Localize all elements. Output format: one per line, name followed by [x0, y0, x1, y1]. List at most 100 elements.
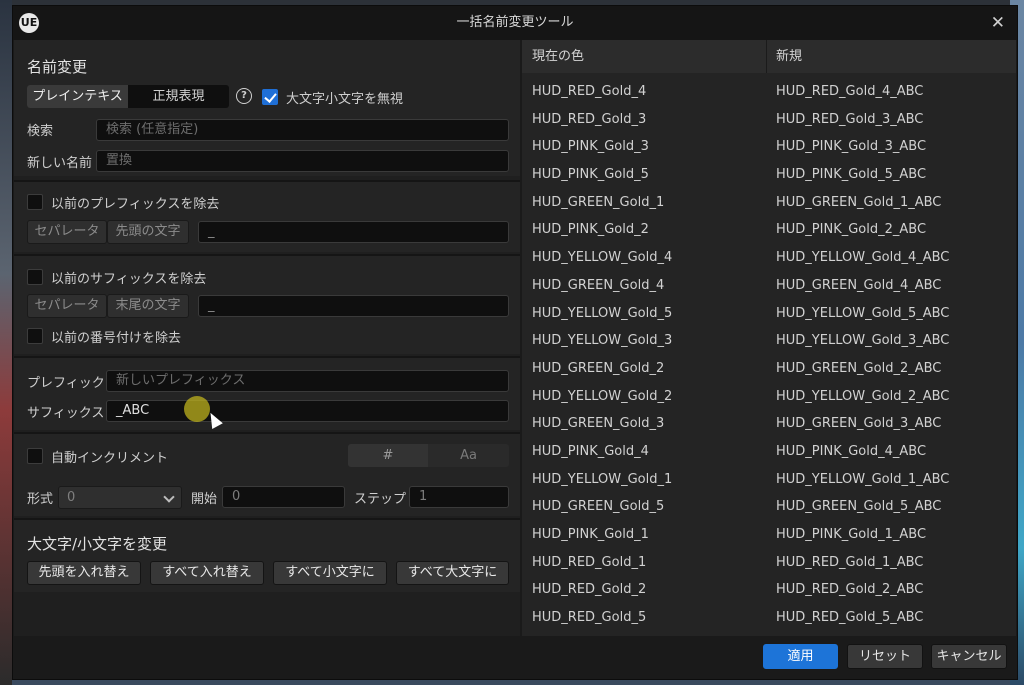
current-name-cell: HUD_RED_Gold_5	[532, 610, 647, 626]
new-name-cell: HUD_PINK_Gold_5_ABC	[776, 167, 927, 183]
new-name-cell: HUD_RED_Gold_4_ABC	[776, 84, 924, 99]
search-label: 検索	[27, 124, 54, 139]
table-row[interactable]: HUD_RED_Gold_4 HUD_RED_Gold_4_ABC	[522, 78, 1016, 106]
table-row[interactable]: HUD_GREEN_Gold_1 HUD_GREEN_Gold_1_ABC	[522, 189, 1016, 217]
new-name-cell: HUD_RED_Gold_1_ABC	[776, 554, 924, 570]
column-header-current[interactable]: 現在の色	[532, 40, 584, 73]
table-row[interactable]: HUD_RED_Gold_5 HUD_RED_Gold_5_ABC	[522, 604, 1016, 632]
current-name-cell: HUD_GREEN_Gold_5	[532, 499, 665, 515]
affix-section: プレフィック. 新しいプレフィックス サフィックス _ABC	[14, 358, 520, 430]
table-body: HUD_RED_Gold_4 HUD_RED_Gold_4_ABC HUD_RED_…	[522, 78, 1016, 632]
new-name-cell: HUD_RED_Gold_5_ABC	[776, 610, 924, 626]
remove-prefix-section: 以前のプレフィックスを除去 セパレータ 先頭の文字 _	[14, 182, 520, 252]
table-row[interactable]: HUD_GREEN_Gold_4 HUD_GREEN_Gold_4_ABC	[522, 272, 1016, 300]
column-divider[interactable]	[766, 40, 767, 73]
table-header: 現在の色 新規	[522, 40, 1016, 73]
prefix-label: プレフィック.	[27, 376, 109, 391]
options-panel: 名前変更 プレインテキスト 正規表現 ? 大文字小文字を無視 検索 検索 (任意…	[14, 40, 520, 636]
table-row[interactable]: HUD_YELLOW_Gold_3 HUD_YELLOW_Gold_3_ABC	[522, 327, 1016, 355]
remove-prefix-checkbox[interactable]	[27, 194, 43, 210]
prefix-separator-tab[interactable]: セパレータ	[27, 220, 107, 244]
table-row[interactable]: HUD_PINK_Gold_1 HUD_PINK_Gold_1_ABC	[522, 521, 1016, 549]
table-row[interactable]: HUD_YELLOW_Gold_5 HUD_YELLOW_Gold_5_ABC	[522, 300, 1016, 328]
prefix-separator-input[interactable]: _	[198, 221, 509, 243]
new-name-cell: HUD_YELLOW_Gold_3_ABC	[776, 333, 950, 349]
step-input[interactable]: 1	[409, 486, 509, 508]
step-label: ステップ	[354, 492, 407, 507]
reset-button[interactable]: リセット	[847, 644, 923, 669]
ignore-case-checkbox[interactable]	[262, 89, 278, 105]
dialog-footer: 適用 リセット キャンセル	[13, 636, 1017, 679]
rename-section: 名前変更 プレインテキスト 正規表現 ? 大文字小文字を無視 検索 検索 (任意…	[14, 40, 520, 176]
new-name-cell: HUD_PINK_Gold_1_ABC	[776, 527, 927, 542]
table-row[interactable]: HUD_PINK_Gold_4 HUD_PINK_Gold_4_ABC	[522, 438, 1016, 466]
new-name-cell: HUD_PINK_Gold_2_ABC	[776, 222, 927, 238]
table-row[interactable]: HUD_GREEN_Gold_5 HUD_GREEN_Gold_5_ABC	[522, 493, 1016, 521]
new-name-cell: HUD_GREEN_Gold_2_ABC	[776, 360, 942, 376]
current-name-cell: HUD_PINK_Gold_2	[532, 222, 649, 238]
new-name-cell: HUD_RED_Gold_2_ABC	[776, 582, 924, 598]
cancel-button[interactable]: キャンセル	[931, 644, 1007, 669]
table-row[interactable]: HUD_PINK_Gold_2 HUD_PINK_Gold_2_ABC	[522, 216, 1016, 244]
current-name-cell: HUD_RED_Gold_3	[532, 111, 647, 127]
remove-prefix-label: 以前のプレフィックスを除去	[51, 197, 220, 212]
new-name-cell: HUD_YELLOW_Gold_5_ABC	[776, 305, 950, 321]
current-name-cell: HUD_YELLOW_Gold_2	[532, 388, 673, 404]
suffix-input[interactable]: _ABC	[106, 400, 509, 422]
new-name-cell: HUD_YELLOW_Gold_2_ABC	[776, 388, 950, 404]
table-row[interactable]: HUD_PINK_Gold_3 HUD_PINK_Gold_3_ABC	[522, 133, 1016, 161]
table-row[interactable]: HUD_GREEN_Gold_2 HUD_GREEN_Gold_2_ABC	[522, 355, 1016, 383]
new-name-cell: HUD_GREEN_Gold_5_ABC	[776, 499, 942, 515]
format-dropdown[interactable]: 0	[58, 486, 182, 509]
prefix-first-char-tab[interactable]: 先頭の文字	[107, 220, 189, 244]
all-uppercase-button[interactable]: すべて大文字に	[396, 561, 509, 585]
apply-button[interactable]: 適用	[763, 644, 838, 669]
suffix-separator-tab[interactable]: セパレータ	[27, 294, 107, 318]
mode-regex[interactable]: 正規表現	[128, 85, 229, 108]
table-row[interactable]: HUD_PINK_Gold_5 HUD_PINK_Gold_5_ABC	[522, 161, 1016, 189]
suffix-last-char-tab[interactable]: 末尾の文字	[107, 294, 189, 318]
current-name-cell: HUD_GREEN_Gold_4	[532, 277, 665, 293]
prefix-input[interactable]: 新しいプレフィックス	[106, 370, 509, 392]
table-row[interactable]: HUD_YELLOW_Gold_1 HUD_YELLOW_Gold_1_ABC	[522, 466, 1016, 494]
change-case-heading: 大文字/小文字を変更	[27, 535, 168, 553]
mode-plain-text[interactable]: プレインテキスト	[27, 85, 128, 108]
increment-mode-aa[interactable]: Aa	[428, 444, 509, 467]
current-name-cell: HUD_RED_Gold_1	[532, 554, 647, 570]
suffix-separator-input[interactable]: _	[198, 295, 509, 317]
table-row[interactable]: HUD_YELLOW_Gold_2 HUD_YELLOW_Gold_2_ABC	[522, 383, 1016, 411]
new-name-input[interactable]: 置換	[96, 150, 509, 172]
remove-suffix-section: 以前のサフィックスを除去 セパレータ 末尾の文字 _ 以前の番号付けを除去	[14, 256, 520, 354]
new-name-cell: HUD_GREEN_Gold_4_ABC	[776, 277, 942, 293]
auto-increment-checkbox[interactable]	[27, 448, 43, 464]
new-name-cell: HUD_YELLOW_Gold_4_ABC	[776, 250, 950, 266]
remove-suffix-checkbox[interactable]	[27, 269, 43, 285]
current-name-cell: HUD_PINK_Gold_1	[532, 527, 649, 542]
column-header-new[interactable]: 新規	[776, 40, 802, 73]
table-row[interactable]: HUD_YELLOW_Gold_4 HUD_YELLOW_Gold_4_ABC	[522, 244, 1016, 272]
title-bar: UE 一括名前変更ツール ✕	[13, 6, 1017, 40]
match-mode-toggle: プレインテキスト 正規表現	[27, 85, 229, 108]
swap-first-button[interactable]: 先頭を入れ替え	[27, 561, 141, 585]
desktop-background-left	[0, 0, 12, 685]
close-icon[interactable]: ✕	[991, 10, 1005, 36]
current-name-cell: HUD_YELLOW_Gold_1	[532, 471, 673, 487]
auto-increment-section: 自動インクリメント # Aa 形式 0 開始 0 ステップ 1	[14, 434, 520, 516]
increment-mode-hash[interactable]: #	[348, 444, 428, 467]
start-input[interactable]: 0	[222, 486, 345, 508]
current-name-cell: HUD_RED_Gold_4	[532, 84, 647, 99]
table-row[interactable]: HUD_RED_Gold_2 HUD_RED_Gold_2_ABC	[522, 576, 1016, 604]
current-name-cell: HUD_YELLOW_Gold_5	[532, 305, 673, 321]
search-input[interactable]: 検索 (任意指定)	[96, 119, 509, 141]
current-name-cell: HUD_GREEN_Gold_3	[532, 416, 665, 432]
swap-all-button[interactable]: すべて入れ替え	[150, 561, 264, 585]
format-value: 0	[67, 490, 76, 505]
all-lowercase-button[interactable]: すべて小文字に	[273, 561, 387, 585]
current-name-cell: HUD_RED_Gold_2	[532, 582, 647, 598]
table-row[interactable]: HUD_RED_Gold_3 HUD_RED_Gold_3_ABC	[522, 106, 1016, 134]
remove-numbering-checkbox[interactable]	[27, 328, 43, 344]
table-row[interactable]: HUD_GREEN_Gold_3 HUD_GREEN_Gold_3_ABC	[522, 410, 1016, 438]
table-row[interactable]: HUD_RED_Gold_1 HUD_RED_Gold_1_ABC	[522, 549, 1016, 577]
help-icon[interactable]: ?	[236, 88, 252, 104]
ignore-case-label: 大文字小文字を無視	[286, 92, 404, 107]
